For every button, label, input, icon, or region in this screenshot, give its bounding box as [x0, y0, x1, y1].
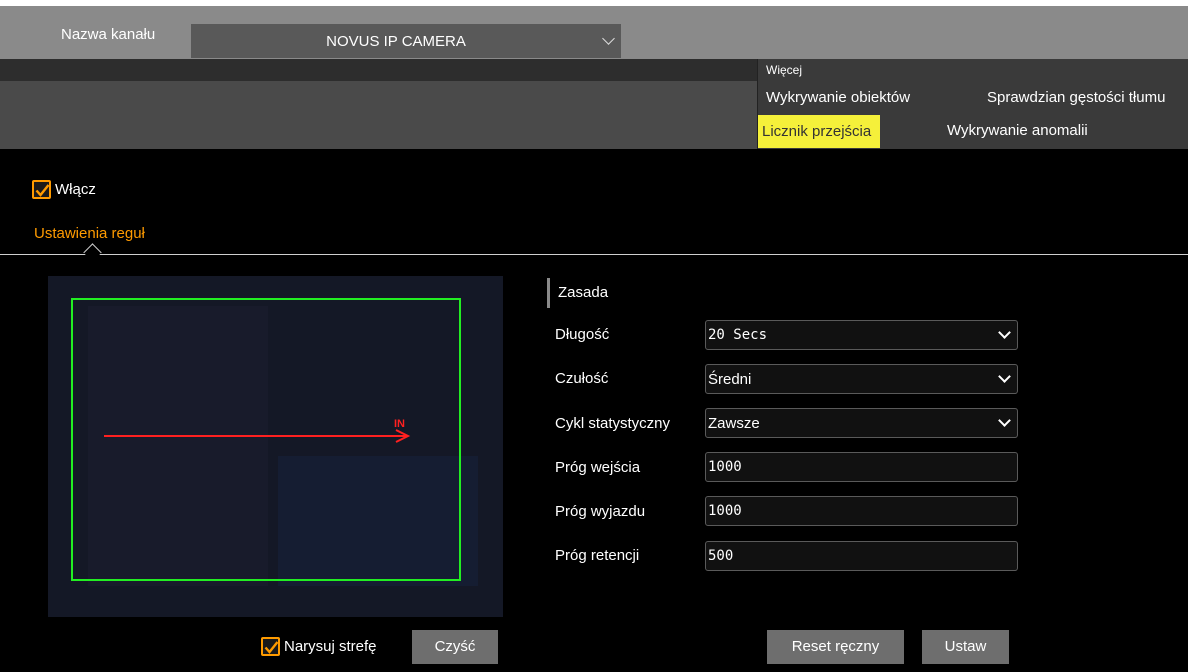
menu-item-anomaly-detection[interactable]: Wykrywanie anomalii — [947, 122, 1088, 139]
duration-label: Długość — [555, 326, 610, 343]
menu-item-line-crossing-counter[interactable]: Licznik przejścia — [758, 115, 881, 148]
chevron-down-icon — [998, 370, 1011, 383]
menu-item-crowd-density[interactable]: Sprawdzian gęstości tłumu — [987, 89, 1165, 106]
exit-threshold-input[interactable]: 1000 — [705, 496, 1018, 526]
statistic-cycle-select[interactable]: Zawsze — [705, 408, 1018, 438]
tab-indicator — [83, 243, 102, 262]
sensitivity-value: Średni — [708, 371, 752, 388]
menu-item-object-detection[interactable]: Wykrywanie obiektów — [766, 89, 910, 106]
draw-zone-label: Narysuj strefę — [284, 638, 377, 655]
duration-select[interactable]: 20 Secs — [705, 320, 1018, 350]
channel-select[interactable]: NOVUS IP CAMERA — [191, 24, 621, 58]
channel-bar: Nazwa kanału NOVUS IP CAMERA — [0, 6, 1188, 59]
draw-zone-checkbox[interactable] — [261, 637, 280, 656]
entry-threshold-value: 1000 — [708, 459, 742, 475]
sensitivity-label: Czułość — [555, 370, 609, 387]
duration-value: 20 Secs — [708, 327, 768, 343]
camera-preview[interactable]: IN — [48, 276, 503, 617]
clear-button[interactable]: Czyść — [412, 630, 498, 664]
preview-canvas: IN — [48, 276, 503, 617]
retention-threshold-input[interactable]: 500 — [705, 541, 1018, 571]
manual-reset-button[interactable]: Reset ręczny — [767, 630, 904, 664]
section-title: Zasada — [547, 278, 608, 308]
preview-shadow-region — [278, 456, 478, 586]
set-button[interactable]: Ustaw — [922, 630, 1009, 664]
channel-select-value: NOVUS IP CAMERA — [326, 33, 466, 50]
more-menu: Więcej Wykrywanie obiektów Sprawdzian gę… — [757, 59, 1188, 149]
sensitivity-select[interactable]: Średni — [705, 364, 1018, 394]
statistic-cycle-label: Cykl statystyczny — [555, 415, 671, 432]
entry-threshold-label: Próg wejścia — [555, 459, 641, 476]
retention-threshold-label: Próg retencji — [555, 547, 640, 564]
enable-checkbox[interactable] — [32, 180, 51, 199]
checkmark-icon — [264, 641, 279, 654]
entry-threshold-input[interactable]: 1000 — [705, 452, 1018, 482]
channel-label: Nazwa kanału — [61, 26, 156, 43]
exit-threshold-label: Próg wyjazdu — [555, 503, 646, 520]
exit-threshold-value: 1000 — [708, 503, 742, 519]
app-root: Nazwa kanału NOVUS IP CAMERA Więcej Wykr… — [0, 0, 1188, 672]
retention-threshold-value: 500 — [708, 548, 734, 564]
tab-divider — [0, 254, 1188, 255]
tab-rule-settings[interactable]: Ustawienia reguł — [34, 225, 145, 242]
checkmark-icon — [35, 184, 50, 197]
more-menu-title: Więcej — [766, 63, 803, 77]
chevron-down-icon — [998, 326, 1011, 339]
preview-shadow-region — [88, 306, 268, 586]
statistic-cycle-value: Zawsze — [708, 415, 760, 432]
direction-label: IN — [394, 418, 405, 430]
enable-label: Włącz — [55, 181, 96, 198]
chevron-down-icon — [998, 414, 1011, 427]
chevron-down-icon — [602, 32, 615, 45]
